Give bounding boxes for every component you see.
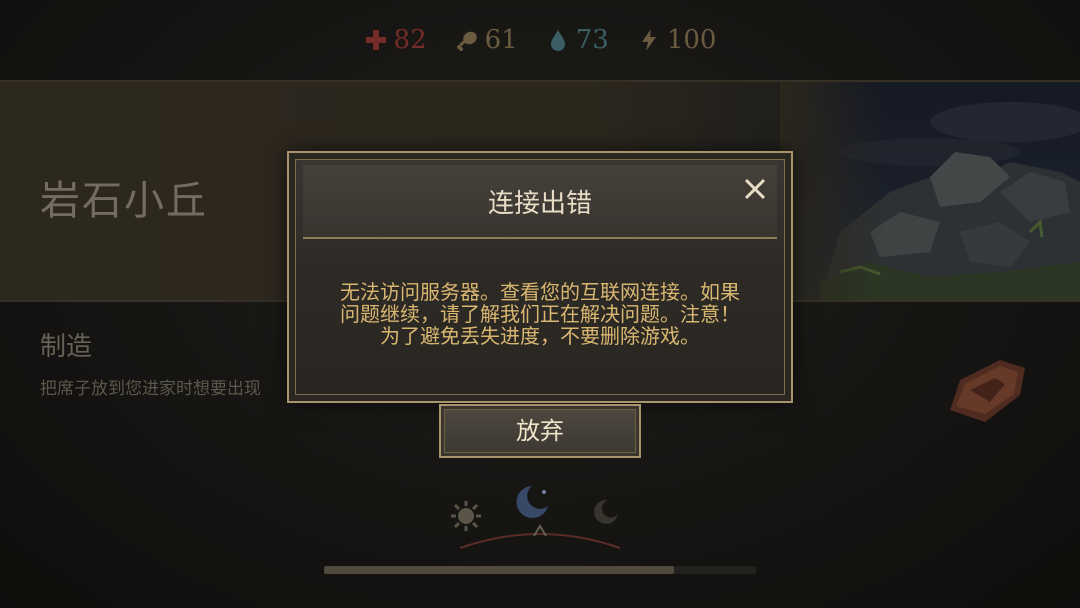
message-line: 无法访问服务器。查看您的互联网连接。如果: [340, 280, 740, 304]
dialog-message: 无法访问服务器。查看您的互联网连接。如果 问题继续，请了解我们正在解决问题。注意…: [309, 281, 771, 347]
message-line: 为了避免丢失进度，不要删除游戏。: [380, 324, 700, 348]
message-line: 问题继续，请了解我们正在解决问题。注意！: [340, 302, 740, 326]
dialog-title: 连接出错: [487, 189, 592, 219]
connection-error-dialog: 连接出错 无法访问服务器。查看您的互联网连接。如果 问题继续，请了解我们正在解决…: [287, 151, 793, 403]
abandon-button[interactable]: 放弃: [439, 404, 641, 458]
close-icon[interactable]: [741, 175, 769, 203]
